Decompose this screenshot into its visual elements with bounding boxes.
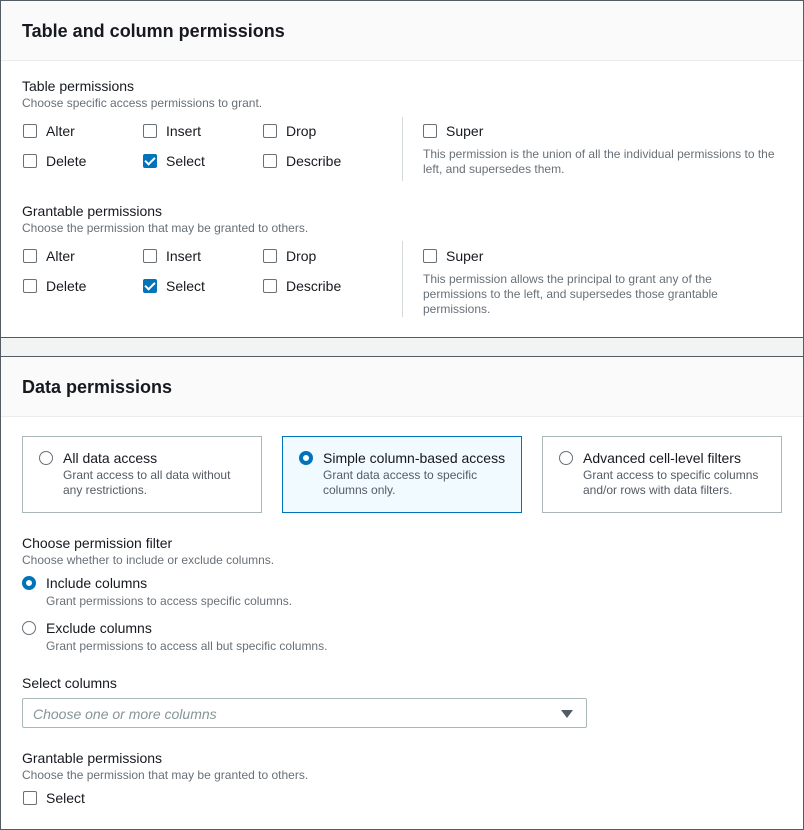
table-permissions-description: Choose specific access permissions to gr… — [22, 96, 263, 110]
select-checkbox[interactable] — [143, 154, 157, 168]
drop-label: Drop — [286, 123, 317, 139]
grantable-super-description: This permission allows the principal to … — [423, 272, 718, 316]
data-grantable-select-label: Select — [46, 790, 85, 806]
grantable-super-label: Super — [446, 248, 484, 264]
grantable-permissions-label: Grantable permissions — [22, 203, 163, 219]
delete-checkbox[interactable] — [23, 154, 37, 168]
grantable-select-label: Select — [166, 278, 205, 294]
section-gap — [0, 338, 804, 356]
alter-checkbox[interactable] — [23, 124, 37, 138]
grantable-drop-checkbox[interactable] — [263, 249, 277, 263]
data-grantable-permissions-description: Choose the permission that may be grante… — [22, 768, 309, 782]
divider — [402, 117, 403, 181]
exclude-columns-radio[interactable] — [22, 621, 36, 635]
permission-filter-description: Choose whether to include or exclude col… — [22, 553, 275, 567]
section-title: Table and column permissions — [22, 21, 285, 41]
radio-button[interactable] — [299, 451, 313, 465]
select-columns-label: Select columns — [22, 675, 117, 691]
panel-header: Data permissions — [1, 357, 803, 417]
grantable-describe-checkbox[interactable] — [263, 279, 277, 293]
alter-label: Alter — [46, 123, 75, 139]
include-columns-radio[interactable] — [22, 576, 36, 590]
super-checkbox[interactable] — [423, 124, 437, 138]
grantable-insert-label: Insert — [166, 248, 202, 264]
drop-checkbox[interactable] — [263, 124, 277, 138]
panel-header: Table and column permissions — [1, 1, 803, 61]
data-grantable-select-checkbox[interactable] — [23, 791, 37, 805]
include-columns-description: Grant permissions to access specific col… — [46, 594, 293, 608]
select-columns-placeholder: Choose one or more columns — [33, 706, 217, 722]
describe-checkbox[interactable] — [263, 154, 277, 168]
section-title: Data permissions — [22, 377, 173, 397]
grantable-delete-checkbox[interactable] — [23, 279, 37, 293]
grantable-insert-checkbox[interactable] — [143, 249, 157, 263]
tile-advanced-cell-level-filters[interactable]: Advanced cell-level filters Grant access… — [542, 436, 782, 513]
grantable-permissions-description: Choose the permission that may be grante… — [22, 221, 309, 235]
grantable-delete-label: Delete — [46, 278, 87, 294]
tile-title: Advanced cell-level filters — [583, 450, 741, 466]
exclude-columns-description: Grant permissions to access all but spec… — [46, 639, 328, 653]
tile-description: Grant access to all data without any res… — [63, 468, 231, 497]
table-permissions-label: Table permissions — [22, 78, 135, 94]
insert-checkbox[interactable] — [143, 124, 157, 138]
describe-label: Describe — [286, 153, 342, 169]
exclude-columns-label: Exclude columns — [46, 620, 152, 636]
super-description: This permission is the union of all the … — [423, 147, 775, 176]
super-label: Super — [446, 123, 484, 139]
grantable-select-checkbox[interactable] — [143, 279, 157, 293]
include-columns-label: Include columns — [46, 575, 148, 591]
tile-simple-column-based-access[interactable]: Simple column-based access Grant data ac… — [282, 436, 522, 513]
radio-button[interactable] — [39, 451, 53, 465]
select-label: Select — [166, 153, 205, 169]
grantable-super-checkbox[interactable] — [423, 249, 437, 263]
tile-description: Grant data access to specific columns on… — [323, 468, 478, 497]
delete-label: Delete — [46, 153, 87, 169]
insert-label: Insert — [166, 123, 202, 139]
grantable-alter-checkbox[interactable] — [23, 249, 37, 263]
divider — [402, 241, 403, 317]
select-columns-dropdown[interactable]: Choose one or more columns — [22, 698, 587, 728]
grantable-describe-label: Describe — [286, 278, 342, 294]
grantable-alter-label: Alter — [46, 248, 75, 264]
tile-all-data-access[interactable]: All data access Grant access to all data… — [22, 436, 262, 513]
permission-filter-label: Choose permission filter — [22, 535, 173, 551]
caret-down-icon — [561, 710, 573, 718]
grantable-drop-label: Drop — [286, 248, 317, 264]
radio-button[interactable] — [559, 451, 573, 465]
tile-title: All data access — [63, 450, 158, 466]
tile-description: Grant access to specific columns and/or … — [583, 468, 759, 497]
data-grantable-permissions-label: Grantable permissions — [22, 750, 163, 766]
tile-title: Simple column-based access — [323, 450, 506, 466]
